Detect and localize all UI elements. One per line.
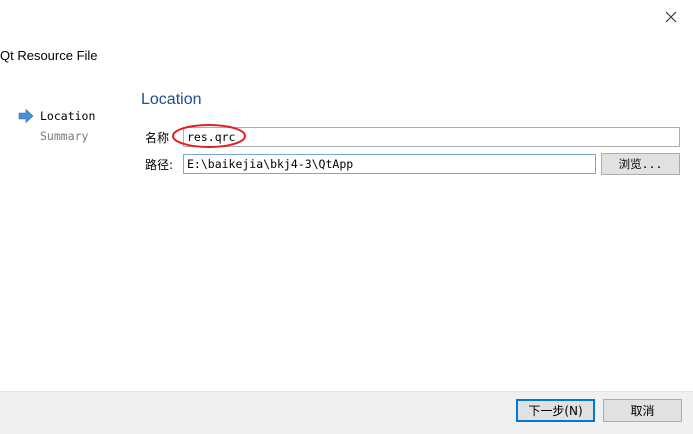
page-heading: Location	[141, 91, 202, 108]
path-label: 路径:	[145, 157, 174, 172]
step-label: Summary	[40, 129, 89, 143]
arrow-right-icon	[18, 109, 34, 123]
wizard-steps: Location Summary	[18, 106, 95, 146]
step-location: Location	[18, 106, 95, 126]
close-icon	[665, 11, 677, 23]
step-label: Location	[40, 109, 96, 123]
cancel-button[interactable]: 取消	[603, 399, 682, 422]
name-label: 名称	[145, 130, 170, 145]
step-summary: Summary	[18, 126, 95, 146]
name-input[interactable]: res.qrc	[183, 127, 680, 147]
close-button[interactable]	[658, 4, 684, 30]
name-row: 名称 res.qrc	[145, 127, 680, 147]
dialog-title: Qt Resource File	[0, 48, 98, 63]
path-input[interactable]: E:\baikejia\bkj4-3\QtApp	[183, 154, 596, 174]
path-row: 路径: E:\baikejia\bkj4-3\QtApp	[145, 154, 596, 174]
browse-button[interactable]: 浏览...	[601, 153, 680, 175]
next-button[interactable]: 下一步(N)	[516, 399, 595, 422]
